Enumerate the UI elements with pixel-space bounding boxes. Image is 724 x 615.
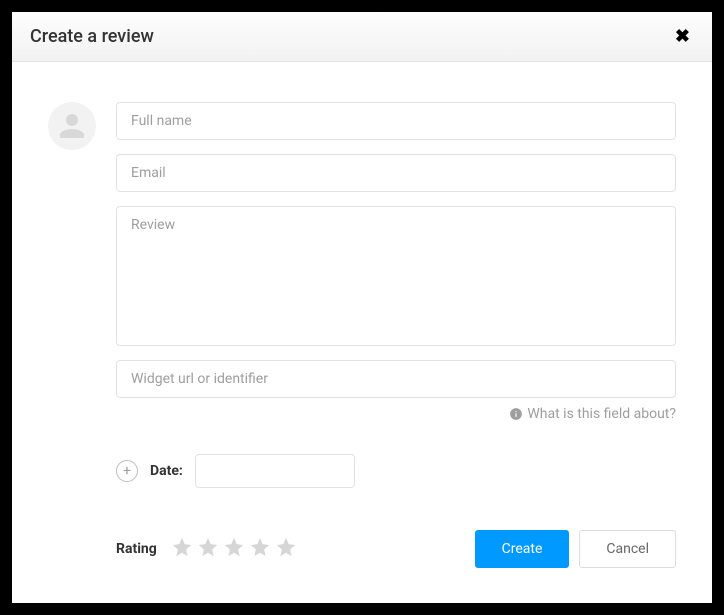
star-icon[interactable] <box>223 536 245 562</box>
add-icon[interactable]: + <box>116 460 138 482</box>
star-icon[interactable] <box>171 536 193 562</box>
rating-label: Rating <box>116 541 157 557</box>
form-fields: What is this field about? + Date: Rating <box>116 102 676 568</box>
form-row: What is this field about? + Date: Rating <box>48 102 676 568</box>
rating-group: Rating <box>116 536 297 562</box>
widget-input[interactable] <box>116 360 676 398</box>
date-row: + Date: <box>116 436 676 488</box>
date-label: Date: <box>150 463 183 479</box>
cancel-button[interactable]: Cancel <box>579 530 676 568</box>
user-icon <box>57 111 87 141</box>
close-icon[interactable]: ✖ <box>671 26 694 47</box>
create-button[interactable]: Create <box>475 530 570 568</box>
action-buttons: Create Cancel <box>475 530 676 568</box>
modal-title: Create a review <box>30 26 154 47</box>
widget-hint[interactable]: What is this field about? <box>116 406 676 422</box>
star-icon[interactable] <box>197 536 219 562</box>
footer-row: Rating Create Cancel <box>116 502 676 568</box>
modal-header: Create a review ✖ <box>12 12 712 62</box>
email-input[interactable] <box>116 154 676 192</box>
date-input[interactable] <box>195 454 355 488</box>
review-textarea[interactable] <box>116 206 676 346</box>
create-review-modal: Create a review ✖ What is this field abo… <box>12 12 712 603</box>
avatar <box>48 102 96 150</box>
modal-body: What is this field about? + Date: Rating <box>12 62 712 603</box>
full-name-input[interactable] <box>116 102 676 140</box>
info-icon <box>509 407 523 421</box>
star-icon[interactable] <box>275 536 297 562</box>
widget-hint-text: What is this field about? <box>527 406 676 422</box>
star-icon[interactable] <box>249 536 271 562</box>
rating-stars <box>171 536 297 562</box>
